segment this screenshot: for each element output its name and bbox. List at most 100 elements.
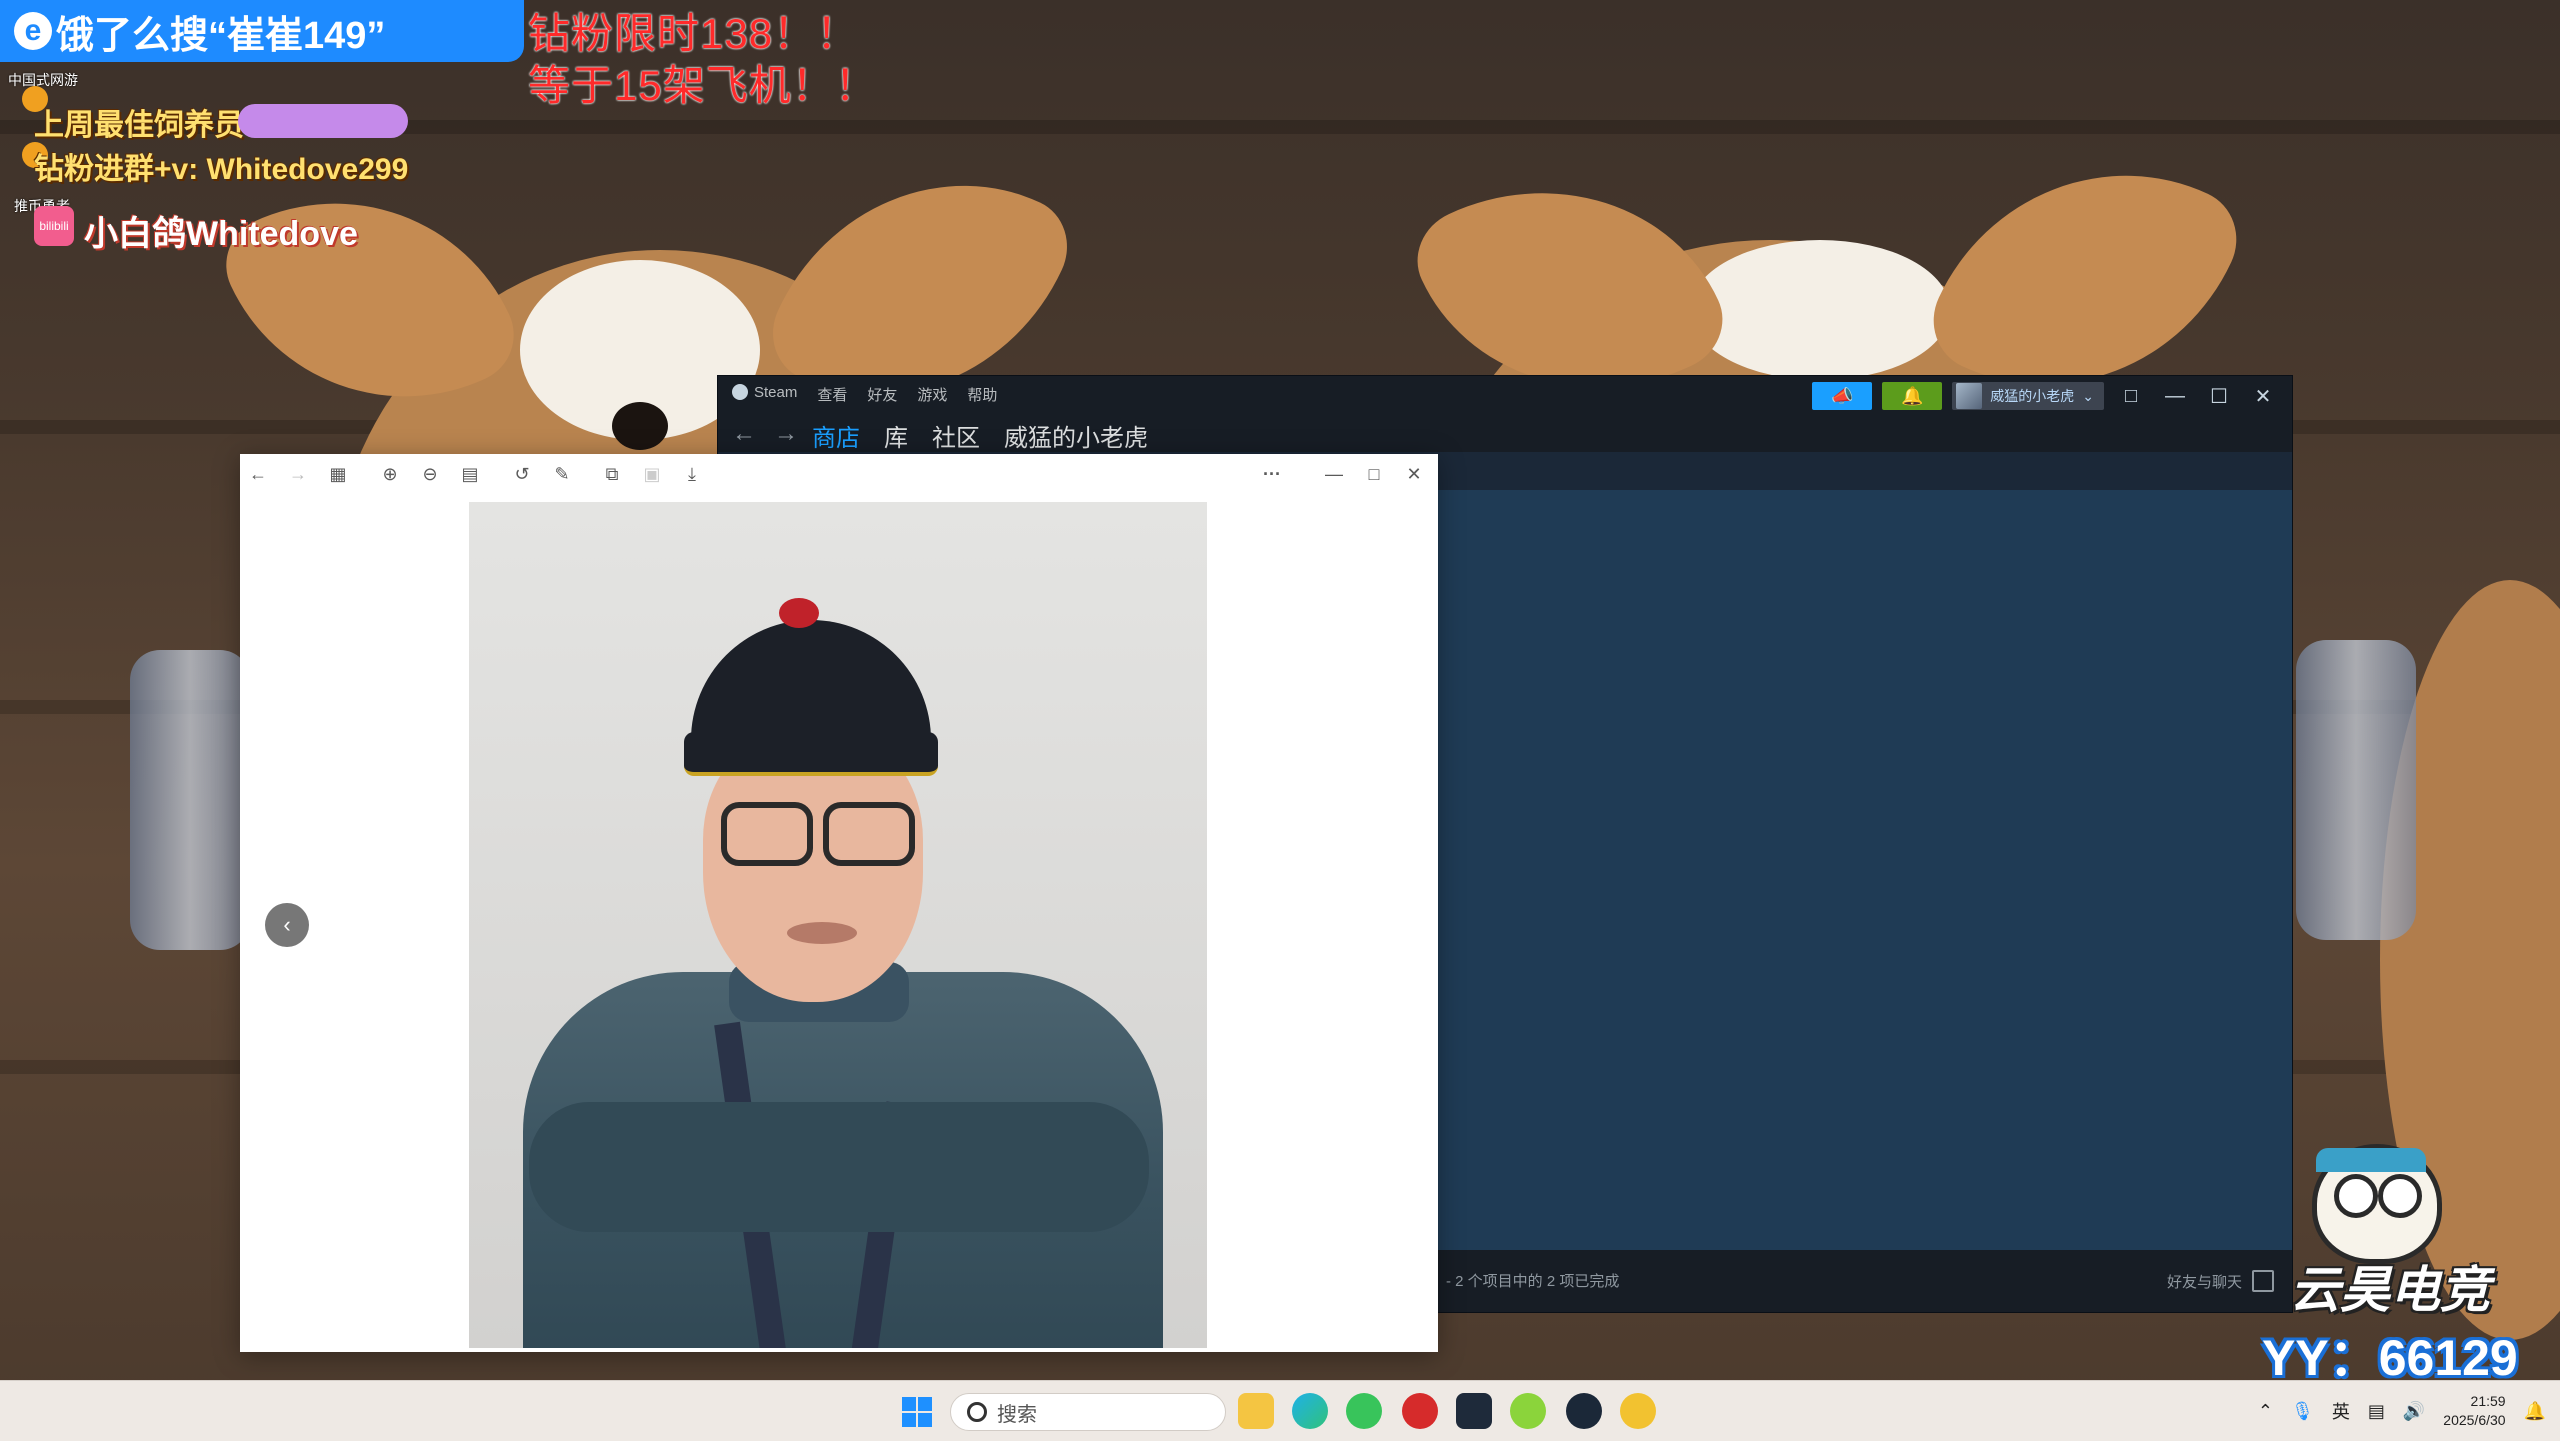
menu-steam[interactable]: Steam (732, 384, 797, 405)
bilibili-name: 小白鸽Whitedove (84, 215, 358, 253)
glasses-left-lens (721, 802, 813, 866)
start-button[interactable] (902, 1397, 932, 1427)
taskbar-search[interactable]: 搜索 (950, 1393, 1226, 1431)
bell-icon: 🔔 (1901, 386, 1924, 406)
bilibili-icon: bilibili (34, 206, 74, 246)
close-icon[interactable]: ✕ (1402, 462, 1426, 486)
maximize-icon[interactable]: □ (1362, 462, 1386, 486)
maximize-icon[interactable]: ☐ (2202, 384, 2236, 409)
crossed-arms (529, 1102, 1149, 1232)
steam-icon[interactable] (1566, 1393, 1602, 1429)
steam-navbar: ← → 商店 库 社区 威猛的小老虎 (718, 412, 2292, 458)
displayed-photo (469, 502, 1207, 1348)
steam-toolbar-right: 📣 🔔 威猛的小老虎 ⌄ □ — ☐ ✕ (1812, 382, 2280, 410)
menu-games[interactable]: 游戏 (917, 384, 947, 405)
more-icon[interactable]: ··· (1260, 462, 1284, 486)
group-text: 钻粉进群+v: Whitedove299 (34, 153, 409, 186)
owl-eye (2378, 1174, 2422, 1218)
water-bottle (2296, 640, 2416, 940)
system-tray: ⌃ 🎙 英 ▤ 🔊 21:59 2025/6/30 🔔 (2258, 1381, 2546, 1441)
wechat-icon[interactable] (1346, 1393, 1382, 1429)
zoom-in-icon[interactable]: ⊕ (378, 462, 402, 486)
windows-logo-icon (902, 1413, 916, 1427)
chevron-down-icon: ⌄ (2082, 387, 2094, 404)
windows-logo-icon (902, 1397, 916, 1411)
search-placeholder: 搜索 (997, 1403, 1037, 1426)
hat-knob (779, 598, 819, 628)
close-icon[interactable]: ✕ (2246, 384, 2280, 409)
minimize-icon[interactable]: — (1322, 462, 1346, 486)
windows-logo-icon (918, 1397, 932, 1411)
gallery-icon[interactable]: ▦ (326, 462, 350, 486)
netease-music-icon[interactable] (1402, 1393, 1438, 1429)
username: 威猛的小老虎 (1990, 388, 2075, 404)
microphone-icon[interactable]: 🎙 (2291, 1401, 2314, 1422)
friends-chat-label: 好友与聊天 (2166, 1273, 2242, 1291)
clock[interactable]: 21:59 2025/6/30 (2443, 1392, 2505, 1430)
edge-icon[interactable] (1292, 1393, 1328, 1429)
volume-icon[interactable]: 🔊 (2403, 1401, 2425, 1422)
tab-community[interactable]: 社区 (932, 418, 980, 458)
forward-icon[interactable]: → (286, 462, 310, 486)
steam-logo-icon (732, 384, 748, 400)
game-app-icon[interactable] (1510, 1393, 1546, 1429)
avatar (1956, 383, 1983, 409)
minimize-icon[interactable]: — (2158, 385, 2192, 408)
tab-profile[interactable]: 威猛的小老虎 (1004, 418, 1148, 458)
ime-indicator[interactable]: 英 (2332, 1398, 2350, 1424)
feeder-name-pill (238, 104, 408, 138)
notification-bell-icon[interactable]: 🔔 (2524, 1401, 2546, 1422)
terminal-icon[interactable] (1456, 1393, 1492, 1429)
crop-icon[interactable]: ▣ (640, 462, 664, 486)
glasses-right-lens (823, 802, 915, 866)
promo-text: 饿了么搜“崔崔149” (56, 14, 386, 57)
account-menu[interactable]: 威猛的小老虎 ⌄ (1952, 382, 2104, 410)
announcements-button[interactable]: 📣 (1812, 382, 1873, 410)
owl-headphones (2316, 1148, 2426, 1172)
save-icon[interactable]: ⤓ (680, 462, 704, 486)
menu-view[interactable]: 查看 (817, 384, 847, 405)
corgi-eye (612, 402, 668, 450)
viewer-toolbar: ← → ▦ ⊕ ⊖ ▤ ↺ ✎ ⧉ ▣ ⤓ ··· — □ ✕ (240, 454, 1438, 494)
megaphone-icon: 📣 (1831, 386, 1854, 406)
windows-logo-icon (918, 1413, 932, 1427)
clock-time: 21:59 (2470, 1393, 2506, 1409)
edit-icon[interactable]: ✎ (550, 462, 574, 486)
corgi-blaze-right (1690, 240, 1950, 380)
friends-chat-button[interactable]: 好友与聊天 (2167, 1270, 2274, 1292)
big-picture-icon[interactable]: □ (2114, 385, 2148, 408)
menu-help[interactable]: 帮助 (967, 384, 997, 405)
actual-size-icon[interactable]: ▤ (458, 462, 482, 486)
tag-top: 中国式网游 (8, 72, 78, 88)
owl-eye (2334, 1174, 2378, 1218)
menu-friends[interactable]: 好友 (867, 384, 897, 405)
downloads-status[interactable]: - 2 个项目中的 2 项已完成 (1446, 1270, 1619, 1291)
steam-tabs: 商店 库 社区 威猛的小老虎 (812, 418, 1148, 458)
best-feeder-label: 上周最佳饲养员 (34, 109, 244, 142)
notifications-button[interactable]: 🔔 (1882, 382, 1943, 410)
rotate-icon[interactable]: ↺ (510, 462, 534, 486)
previous-image-button[interactable]: ‹ (265, 903, 309, 947)
network-icon[interactable]: ▤ (2368, 1401, 2385, 1422)
tab-store[interactable]: 商店 (812, 418, 860, 458)
mouth (787, 922, 857, 944)
menu-steam-label: Steam (754, 384, 798, 401)
back-arrow-icon[interactable]: ← (732, 420, 756, 448)
clock-date: 2025/6/30 (2443, 1412, 2506, 1428)
nav-arrows: ← → (732, 420, 798, 448)
red-announcement-line2: 等于15架飞机！！ (528, 62, 878, 109)
hat-band (684, 732, 938, 776)
water-bottle (130, 650, 250, 950)
back-icon[interactable]: ← (246, 462, 270, 486)
chevron-up-icon[interactable]: ⌃ (2258, 1401, 2273, 1422)
owl-app-icon[interactable] (1620, 1393, 1656, 1429)
search-icon (967, 1402, 987, 1422)
forward-arrow-icon[interactable]: → (774, 420, 798, 448)
file-explorer-icon[interactable] (1238, 1393, 1274, 1429)
copy-icon[interactable]: ⧉ (600, 462, 624, 486)
zoom-out-icon[interactable]: ⊖ (418, 462, 442, 486)
steam-menu: Steam 查看 好友 游戏 帮助 (732, 384, 997, 405)
tab-library[interactable]: 库 (884, 418, 908, 458)
steam-titlebar: Steam 查看 好友 游戏 帮助 📣 🔔 威猛的小老虎 ⌄ □ — ☐ ✕ (718, 376, 2292, 412)
taskbar: 搜索 ⌃ 🎙 英 ▤ 🔊 21:59 2025/6/30 🔔 (0, 1380, 2560, 1441)
